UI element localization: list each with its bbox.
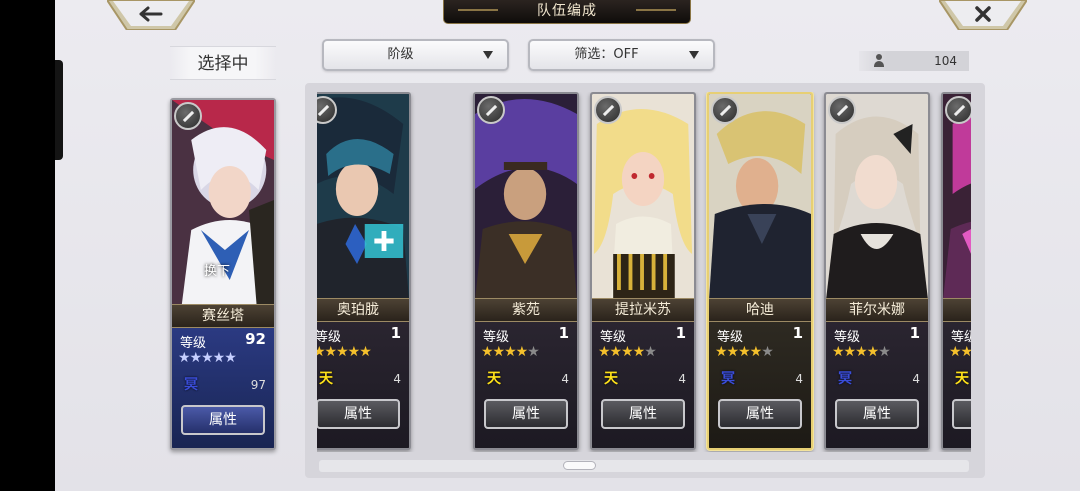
- attribute-button[interactable]: 属性: [952, 399, 971, 429]
- character-name: 哈迪: [709, 298, 811, 322]
- sub-value: 97: [250, 378, 266, 392]
- level-label: 等级: [317, 330, 342, 345]
- attribute-button[interactable]: 属性: [601, 399, 685, 429]
- page-title: 队伍编成: [537, 3, 597, 19]
- back-button[interactable]: [107, 0, 195, 30]
- star-rating: ★★★★★: [949, 344, 971, 360]
- attribute-button[interactable]: 属性: [317, 399, 400, 429]
- sort-dropdown-label: 阶级: [387, 47, 414, 62]
- heaven-emblem-icon: 天: [319, 371, 333, 387]
- sort-dropdown[interactable]: 阶级: [322, 39, 509, 71]
- sub-value: 4: [795, 372, 803, 386]
- sub-value: 4: [561, 372, 569, 386]
- sub-value: 4: [393, 372, 401, 386]
- horizontal-scrollbar[interactable]: [319, 460, 969, 472]
- chevron-down-icon: [483, 51, 493, 59]
- character-portrait: [592, 94, 694, 300]
- character-card[interactable]: 紫苑 等级 1 ★★★★★ 天 4 属性: [473, 92, 579, 450]
- scrollbar-thumb[interactable]: [563, 461, 596, 470]
- star-rating: ★★★★★: [317, 344, 372, 360]
- level-value: 1: [675, 324, 686, 342]
- character-name: 赛丝塔: [172, 304, 274, 328]
- filter-dropdown[interactable]: 筛选：OFF: [528, 39, 715, 71]
- attribute-button[interactable]: 属性: [835, 399, 919, 429]
- attribute-button[interactable]: 属性: [718, 399, 802, 429]
- class-icon: [477, 96, 505, 124]
- chevron-down-icon: [689, 51, 699, 59]
- character-name: 紫苑: [475, 298, 577, 322]
- underworld-emblem-icon: 冥: [721, 371, 735, 387]
- level-label: 等级: [951, 330, 971, 345]
- swap-out-label: 换下: [204, 264, 231, 279]
- person-icon: [873, 54, 885, 68]
- character-card[interactable]: 奥珀胧 等级 1 ★★★★★ 天 4 属性: [317, 92, 411, 450]
- attribute-button[interactable]: 属性: [181, 405, 265, 435]
- back-arrow-icon: [107, 0, 195, 30]
- class-icon: [711, 96, 739, 124]
- level-value: 1: [558, 324, 569, 342]
- character-portrait: [709, 94, 811, 300]
- level-value: 92: [245, 330, 266, 348]
- level-value: 1: [909, 324, 920, 342]
- character-list[interactable]: 奥珀胧 等级 1 ★★★★★ 天 4 属性 紫苑 等级 1 ★★★★★ 天 4 …: [317, 92, 971, 452]
- character-portrait: [943, 94, 971, 300]
- heaven-emblem-icon: 天: [955, 371, 969, 387]
- character-name: 提拉米苏: [592, 298, 694, 322]
- character-portrait: [317, 94, 409, 300]
- class-icon: [945, 96, 971, 124]
- character-card[interactable]: 莉卡 等级 3 ★★★★★ 天 属性: [941, 92, 971, 450]
- character-portrait: [475, 94, 577, 300]
- selected-character-card[interactable]: 换下 赛丝塔 等级 92 ★★★★★ 冥 97 属性: [170, 98, 276, 450]
- close-icon: [939, 0, 1027, 30]
- level-label: 等级: [717, 330, 744, 345]
- character-name: 菲尔米娜: [826, 298, 928, 322]
- character-stats: 等级 92 ★★★★★ 冥 97 属性: [172, 328, 274, 448]
- underworld-emblem-icon: 冥: [838, 371, 852, 387]
- attribute-button[interactable]: 属性: [484, 399, 568, 429]
- star-rating: ★★★★★: [598, 344, 657, 360]
- title-bar: 队伍编成: [443, 0, 691, 24]
- sub-value: 4: [912, 372, 920, 386]
- character-name: 奥珀胧: [317, 298, 409, 322]
- unit-count-value: 104: [934, 54, 957, 68]
- underworld-emblem-icon: 冥: [184, 377, 198, 393]
- character-portrait: [826, 94, 928, 300]
- level-label: 等级: [483, 330, 510, 345]
- star-rating: ★★★★★: [715, 344, 774, 360]
- unit-count: 104: [859, 51, 969, 71]
- selecting-label: 选择中: [170, 46, 276, 80]
- star-rating: ★★★★★: [832, 344, 891, 360]
- side-notch: [55, 60, 63, 160]
- sword-class-icon: [174, 102, 202, 130]
- level-label: 等级: [834, 330, 861, 345]
- character-card[interactable]: 菲尔米娜 等级 1 ★★★★★ 冥 4 属性: [824, 92, 930, 450]
- character-card[interactable]: 提拉米苏 等级 1 ★★★★★ 天 4 属性: [590, 92, 696, 450]
- filter-dropdown-label: 筛选：OFF: [574, 47, 639, 62]
- sub-value: 4: [678, 372, 686, 386]
- class-icon: [828, 96, 856, 124]
- level-value: 1: [792, 324, 803, 342]
- level-value: 1: [390, 324, 401, 342]
- class-icon: [594, 96, 622, 124]
- character-card-highlighted[interactable]: 哈迪 等级 1 ★★★★★ 冥 4 属性: [707, 92, 813, 450]
- level-label: 等级: [600, 330, 627, 345]
- heaven-emblem-icon: 天: [604, 371, 618, 387]
- star-rating: ★★★★★: [178, 350, 237, 366]
- close-button[interactable]: [939, 0, 1027, 30]
- star-rating: ★★★★★: [481, 344, 540, 360]
- level-label: 等级: [180, 336, 207, 351]
- character-name: 莉卡: [943, 298, 971, 322]
- game-screen: 队伍编成 选择中 阶级 筛选：OFF 104 换下 赛丝塔 等级 92 ★★★★…: [55, 0, 1080, 491]
- heaven-emblem-icon: 天: [487, 371, 501, 387]
